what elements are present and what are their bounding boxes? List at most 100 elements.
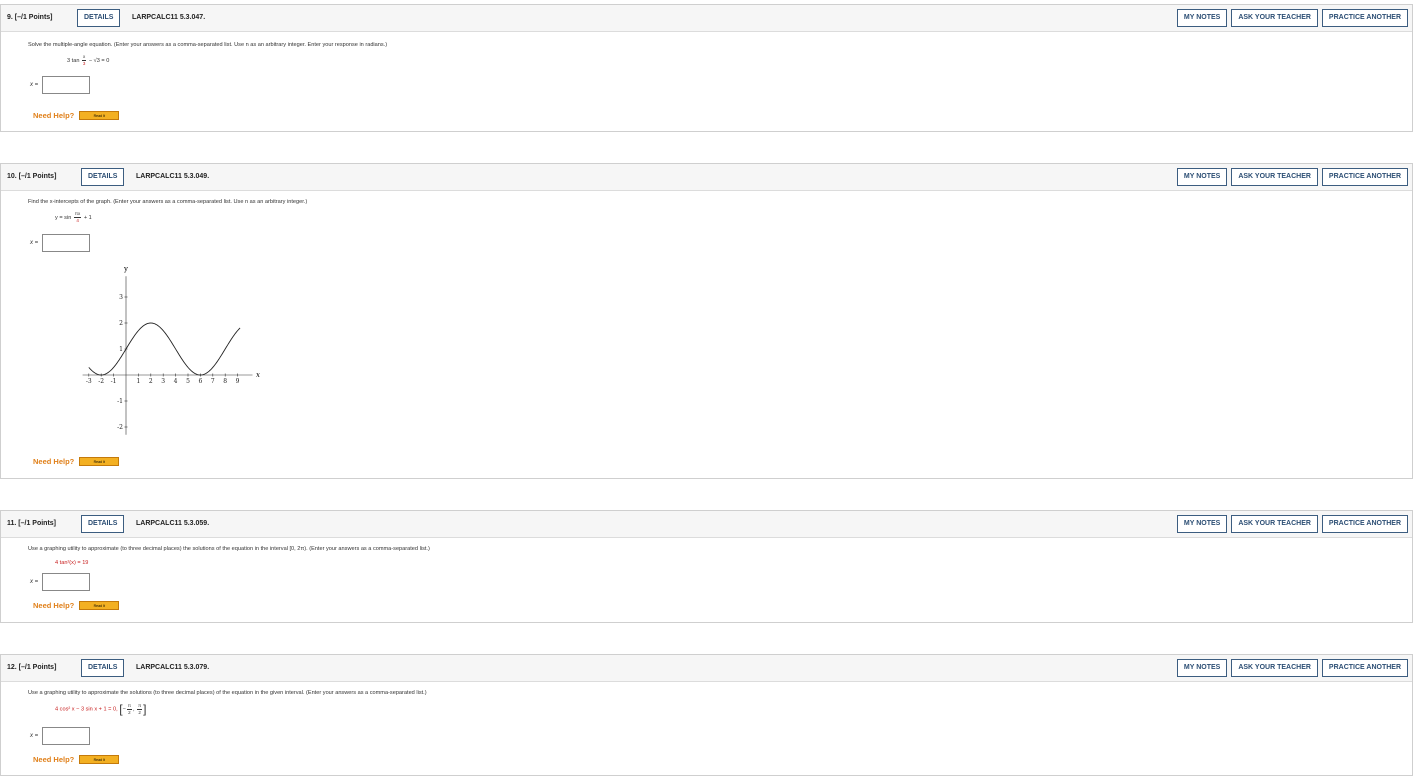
equation-suffix: + 1	[83, 214, 92, 221]
answer-input[interactable]	[42, 234, 91, 252]
read-it-button[interactable]: Read It	[79, 755, 120, 764]
details-button[interactable]: DETAILS	[81, 515, 125, 533]
help-row: Need Help? Read It	[33, 601, 120, 610]
read-it-button[interactable]: Read It	[79, 111, 120, 120]
question-code: LARPCALC11 5.3.079.	[136, 664, 210, 671]
my-notes-button[interactable]: MY NOTES	[1176, 168, 1228, 186]
ask-teacher-button[interactable]: ASK YOUR TEACHER	[1231, 168, 1318, 186]
question-number: 9. [–/1 Points]	[7, 14, 53, 21]
x-tick-label: 5	[186, 378, 190, 385]
x-tick-label: 2	[149, 378, 153, 385]
question-number: 12. [–/1 Points]	[7, 664, 57, 671]
equation: 3 tan x3 − √3 = 0	[67, 54, 109, 67]
my-notes-button[interactable]: MY NOTES	[1176, 659, 1228, 677]
question-12: 12. [–/1 Points] DETAILS LARPCALC11 5.3.…	[0, 654, 1413, 776]
answer-row: x =	[30, 727, 91, 745]
x-tick-label: 3	[161, 378, 165, 385]
details-button[interactable]: DETAILS	[81, 659, 125, 677]
equation: 4 cos² x − 3 sin x + 1 = 0, [− π 2, π 2]	[55, 702, 147, 716]
sine-graph: -3 -2 -1 1 2 3 4 5 6 7 8 9 3 2 1 -1 -2 y x	[82, 265, 260, 435]
y-tick-label: 2	[119, 320, 123, 327]
y-tick-label: -1	[117, 398, 123, 405]
question-number: 10. [–/1 Points]	[7, 173, 57, 180]
x-tick-label: -1	[111, 378, 117, 385]
interval-left-fraction: π2	[126, 702, 132, 715]
equation-fraction: πx 4	[73, 211, 82, 223]
x-tick-label: 8	[223, 378, 227, 385]
practice-another-button[interactable]: PRACTICE ANOTHER	[1321, 9, 1408, 27]
help-row: Need Help? Read It	[33, 111, 120, 120]
question-code: LARPCALC11 5.3.047.	[132, 14, 206, 21]
y-tick-label: 1	[119, 346, 123, 353]
answer-label: x =	[30, 733, 39, 739]
x-tick-label: -2	[98, 378, 104, 385]
question-11: 11. [–/1 Points] DETAILS LARPCALC11 5.3.…	[0, 510, 1413, 623]
x-axis-label: x	[256, 371, 260, 379]
answer-label: x =	[30, 82, 39, 88]
x-tick-label: -3	[86, 378, 92, 385]
header-actions: MY NOTES ASK YOUR TEACHER PRACTICE ANOTH…	[1176, 168, 1408, 186]
details-button[interactable]: DETAILS	[77, 9, 121, 27]
equation: 4 tan²(x) = 19	[55, 560, 89, 566]
ask-teacher-button[interactable]: ASK YOUR TEACHER	[1231, 659, 1318, 677]
question-header: 10. [–/1 Points] DETAILS LARPCALC11 5.3.…	[1, 164, 1412, 191]
question-prompt: Use a graphing utility to approximate (t…	[28, 546, 430, 552]
header-actions: MY NOTES ASK YOUR TEACHER PRACTICE ANOTH…	[1176, 9, 1408, 27]
question-prompt: Use a graphing utility to approximate th…	[28, 690, 427, 696]
question-header: 11. [–/1 Points] DETAILS LARPCALC11 5.3.…	[1, 511, 1412, 538]
need-help-label: Need Help?	[33, 111, 75, 120]
x-tick-label: 1	[136, 378, 140, 385]
practice-another-button[interactable]: PRACTICE ANOTHER	[1321, 659, 1408, 677]
read-it-button[interactable]: Read It	[79, 601, 120, 610]
question-prompt: Find the x-intercepts of the graph. (Ent…	[28, 199, 308, 205]
my-notes-button[interactable]: MY NOTES	[1176, 515, 1228, 533]
answer-input[interactable]	[42, 76, 91, 94]
question-header: 9. [–/1 Points] DETAILS LARPCALC11 5.3.0…	[1, 5, 1412, 32]
y-tick-label: -2	[117, 424, 123, 431]
need-help-label: Need Help?	[33, 601, 75, 610]
question-prompt: Solve the multiple-angle equation. (Ente…	[28, 42, 388, 48]
y-axis-label: y	[123, 265, 128, 273]
read-it-button[interactable]: Read It	[79, 457, 120, 466]
answer-label: x =	[30, 579, 39, 585]
equation: y = sin πx 4 + 1	[55, 211, 92, 224]
question-9: 9. [–/1 Points] DETAILS LARPCALC11 5.3.0…	[0, 4, 1413, 132]
ask-teacher-button[interactable]: ASK YOUR TEACHER	[1231, 9, 1318, 27]
equation-prefix: y = sin	[55, 214, 72, 221]
answer-label: x =	[30, 240, 39, 246]
interval-open-bracket: [	[119, 702, 123, 716]
need-help-label: Need Help?	[33, 457, 75, 466]
my-notes-button[interactable]: MY NOTES	[1176, 9, 1228, 27]
x-tick-label: 7	[211, 378, 215, 385]
interval-close-bracket: ]	[143, 702, 147, 716]
header-actions: MY NOTES ASK YOUR TEACHER PRACTICE ANOTH…	[1176, 515, 1408, 533]
y-tick-label: 3	[119, 294, 123, 301]
graph-axes	[82, 276, 253, 435]
answer-row: x =	[30, 234, 91, 252]
interval-right-fraction: π2	[137, 702, 143, 715]
equation-prefix: 3 tan	[67, 57, 80, 64]
help-row: Need Help? Read It	[33, 457, 120, 466]
ask-teacher-button[interactable]: ASK YOUR TEACHER	[1231, 515, 1318, 533]
question-code: LARPCALC11 5.3.059.	[136, 520, 210, 527]
answer-input[interactable]	[42, 727, 91, 745]
answer-input[interactable]	[42, 573, 91, 591]
equation-suffix: − √3 = 0	[88, 57, 110, 64]
practice-another-button[interactable]: PRACTICE ANOTHER	[1321, 168, 1408, 186]
equation-fraction: x3	[82, 54, 87, 66]
header-actions: MY NOTES ASK YOUR TEACHER PRACTICE ANOTH…	[1176, 659, 1408, 677]
answer-row: x =	[30, 573, 91, 591]
answer-row: x =	[30, 76, 91, 94]
equation-text: 4 cos² x − 3 sin x + 1 = 0,	[55, 706, 118, 713]
x-tick-label: 4	[174, 378, 178, 385]
practice-another-button[interactable]: PRACTICE ANOTHER	[1321, 515, 1408, 533]
x-tick-label: 9	[236, 378, 240, 385]
question-number: 11. [–/1 Points]	[7, 520, 57, 527]
help-row: Need Help? Read It	[33, 755, 120, 764]
question-header: 12. [–/1 Points] DETAILS LARPCALC11 5.3.…	[1, 655, 1412, 682]
x-tick-label: 6	[198, 378, 202, 385]
graph-curve	[88, 322, 241, 376]
question-code: LARPCALC11 5.3.049.	[136, 173, 210, 180]
need-help-label: Need Help?	[33, 755, 75, 764]
details-button[interactable]: DETAILS	[81, 168, 125, 186]
